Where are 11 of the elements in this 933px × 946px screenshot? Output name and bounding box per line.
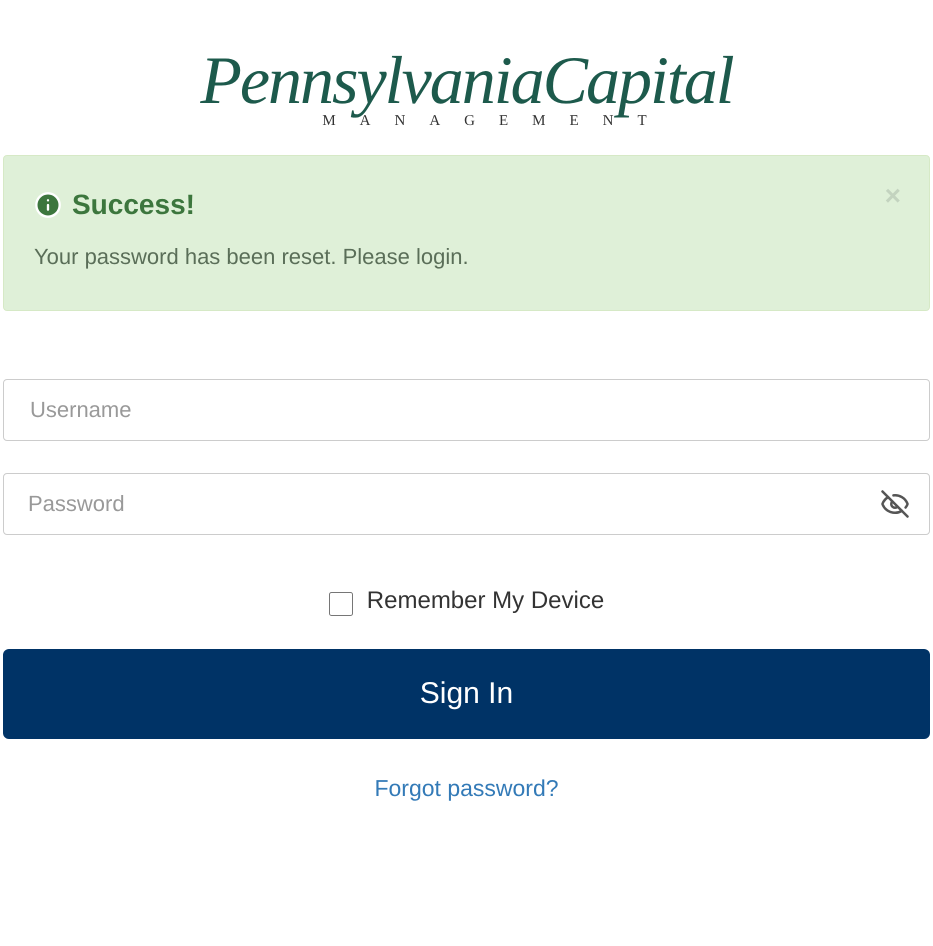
forgot-password-link[interactable]: Forgot password?	[374, 770, 559, 805]
remember-checkbox[interactable]	[328, 592, 353, 616]
remember-label: Remember My Device	[366, 586, 604, 616]
username-field[interactable]: Username	[3, 378, 930, 440]
logo: PennsylvaniaCapital MANAGEMENT	[200, 41, 733, 131]
alert-message: Your password has been reset. Please login.	[34, 242, 470, 271]
hide-password-icon[interactable]	[880, 488, 910, 518]
info-icon	[34, 190, 62, 218]
alert-title: Success!	[72, 188, 195, 222]
password-field[interactable]: Password	[3, 472, 930, 534]
sign-in-button[interactable]: Sign In	[3, 648, 930, 738]
